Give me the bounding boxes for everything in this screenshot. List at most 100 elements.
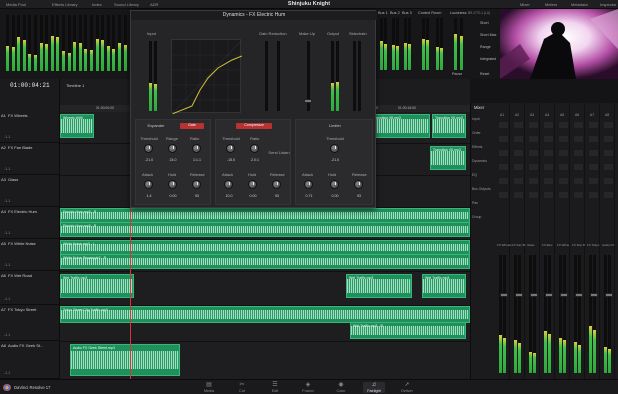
audio-clip[interactable]: Wet Traffic.mp3 bbox=[60, 274, 134, 298]
page-color-button[interactable]: ◉ Color bbox=[330, 382, 352, 393]
loudness-standard[interactable]: BS.1770-1 (LU) bbox=[468, 11, 490, 15]
mixer-slot[interactable] bbox=[603, 177, 614, 185]
audio-clip[interactable]: Wet Traffic.mp3 bbox=[422, 274, 466, 298]
mixer-slot[interactable] bbox=[558, 191, 569, 199]
compressor-attack-knob[interactable] bbox=[224, 180, 233, 189]
mixer-slot[interactable] bbox=[528, 163, 539, 171]
mixer-slot[interactable] bbox=[573, 177, 584, 185]
mixer-slot[interactable] bbox=[558, 177, 569, 185]
track-header[interactable]: A8 Audio FX Geek St... -1.1 bbox=[0, 341, 60, 379]
track-name[interactable]: FX White Noise bbox=[8, 241, 36, 246]
expander-ratio-knob[interactable] bbox=[192, 144, 201, 153]
track-volume[interactable]: -1.1 bbox=[4, 333, 10, 337]
track-header[interactable]: A4 FX Electric Hum -1.1 bbox=[0, 207, 60, 239]
limiter-hold-knob[interactable] bbox=[330, 180, 339, 189]
timeline-name[interactable]: Timeline 1 bbox=[66, 83, 84, 88]
mixer-slot[interactable] bbox=[528, 149, 539, 157]
mixer-slot[interactable] bbox=[513, 163, 524, 171]
meters-toggle[interactable]: Meters bbox=[545, 2, 557, 7]
track-header[interactable]: A2 FX Fan Blade -1.1 bbox=[0, 143, 60, 175]
limiter-attack-knob[interactable] bbox=[304, 180, 313, 189]
page-edit-button[interactable]: ☰ Edit bbox=[264, 382, 286, 393]
track-name[interactable]: FX Wet Road bbox=[8, 273, 32, 278]
mixer-slot[interactable] bbox=[558, 149, 569, 157]
mixer-slot[interactable] bbox=[573, 135, 584, 143]
mixer-slot[interactable] bbox=[603, 149, 614, 157]
expander-release-knob[interactable] bbox=[192, 180, 201, 189]
track-header[interactable]: A1 FX Wheels -1.1 bbox=[0, 111, 60, 143]
mixer-slot[interactable] bbox=[528, 121, 539, 129]
mixer-slot[interactable] bbox=[543, 135, 554, 143]
channel-fader[interactable] bbox=[560, 293, 568, 297]
mixer-slot[interactable] bbox=[498, 135, 509, 143]
mixer-slot[interactable] bbox=[573, 121, 584, 129]
mixer-slot[interactable] bbox=[588, 177, 599, 185]
track-volume[interactable]: -1.1 bbox=[4, 199, 10, 203]
mixer-slot[interactable] bbox=[513, 149, 524, 157]
track-volume[interactable]: -1.1 bbox=[4, 371, 10, 375]
channel-fader[interactable] bbox=[530, 293, 538, 297]
page-deliver-button[interactable]: ➚ Deliver bbox=[396, 382, 418, 393]
video-viewer[interactable] bbox=[500, 9, 618, 79]
mixer-slot[interactable] bbox=[498, 121, 509, 129]
audio-clip[interactable]: White Noise.mp3 - L bbox=[60, 240, 470, 255]
channel-fader[interactable] bbox=[575, 293, 583, 297]
mixer-slot[interactable] bbox=[588, 149, 599, 157]
page-fusion-button[interactable]: ◈ Fusion bbox=[297, 382, 319, 393]
mixer-slot[interactable] bbox=[513, 135, 524, 143]
limiter-release-knob[interactable] bbox=[354, 180, 363, 189]
mixer-slot[interactable] bbox=[543, 149, 554, 157]
mixer-slot[interactable] bbox=[558, 163, 569, 171]
expander-threshold-knob[interactable] bbox=[144, 144, 153, 153]
expander-attack-knob[interactable] bbox=[144, 180, 153, 189]
compressor-button[interactable]: Compressor bbox=[236, 123, 272, 129]
mixer-slot[interactable] bbox=[558, 135, 569, 143]
expander-hold-knob[interactable] bbox=[168, 180, 177, 189]
track-name[interactable]: Audio FX Geek St... bbox=[8, 343, 43, 348]
mixer-slot[interactable] bbox=[543, 121, 554, 129]
inspector-toggle[interactable]: Inspector bbox=[600, 2, 616, 7]
audio-clip[interactable]: Transition 08.mp3 bbox=[430, 146, 466, 170]
mixer-slot[interactable] bbox=[588, 135, 599, 143]
channel-fader[interactable] bbox=[515, 293, 523, 297]
loudness-pause-button[interactable]: Pause bbox=[452, 72, 462, 76]
mixer-slot[interactable] bbox=[603, 163, 614, 171]
audio-clip[interactable]: Wheels.WAV bbox=[60, 114, 94, 138]
compressor-release-knob[interactable] bbox=[272, 180, 281, 189]
mixer-slot[interactable] bbox=[528, 191, 539, 199]
track-name[interactable]: FX Wheels bbox=[8, 113, 28, 118]
track-header[interactable]: A6 FX Wet Road -1.1 bbox=[0, 271, 60, 305]
channel-fader[interactable] bbox=[500, 293, 508, 297]
mixer-slot[interactable] bbox=[543, 191, 554, 199]
mixer-slot[interactable] bbox=[528, 177, 539, 185]
expander-range-knob[interactable] bbox=[168, 144, 177, 153]
mixer-slot[interactable] bbox=[498, 149, 509, 157]
mixer-toggle[interactable]: Mixer bbox=[520, 2, 530, 7]
channel-fader[interactable] bbox=[605, 293, 613, 297]
mixer-slot[interactable] bbox=[603, 135, 614, 143]
compressor-threshold-knob[interactable] bbox=[226, 144, 235, 153]
transfer-curve-graph[interactable] bbox=[171, 39, 243, 115]
loudness-reset-button[interactable]: Reset bbox=[480, 72, 489, 76]
audio-clip[interactable]: Transition 05.mp3 bbox=[432, 114, 466, 138]
mixer-slot[interactable] bbox=[528, 135, 539, 143]
mixer-slot[interactable] bbox=[573, 149, 584, 157]
track-name[interactable]: Glass bbox=[8, 177, 18, 182]
mixer-slot[interactable] bbox=[573, 163, 584, 171]
track-header[interactable]: A3 Glass -1.1 bbox=[0, 175, 60, 207]
mixer-slot[interactable] bbox=[498, 163, 509, 171]
audio-clip[interactable]: Wet Traffic.mp3 - R bbox=[350, 322, 466, 339]
track-volume[interactable]: -1.1 bbox=[4, 135, 10, 139]
audio-clip[interactable]: Audio FX Geek Street.mp3 bbox=[70, 344, 180, 376]
limiter-threshold-knob[interactable] bbox=[330, 144, 339, 153]
gate-button[interactable]: Gate bbox=[180, 123, 204, 129]
track-header[interactable]: A7 FX Tokyo Street -1.1 bbox=[0, 305, 60, 341]
mixer-slot[interactable] bbox=[603, 121, 614, 129]
mixer-slot[interactable] bbox=[498, 177, 509, 185]
channel-fader[interactable] bbox=[545, 293, 553, 297]
audio-clip[interactable]: Transition 08.mp3 bbox=[370, 114, 430, 138]
track-volume[interactable]: -1.1 bbox=[4, 297, 10, 301]
mixer-slot[interactable] bbox=[588, 191, 599, 199]
mixer-slot[interactable] bbox=[543, 163, 554, 171]
page-fairlight-button[interactable]: ♫ Fairlight bbox=[363, 382, 385, 393]
